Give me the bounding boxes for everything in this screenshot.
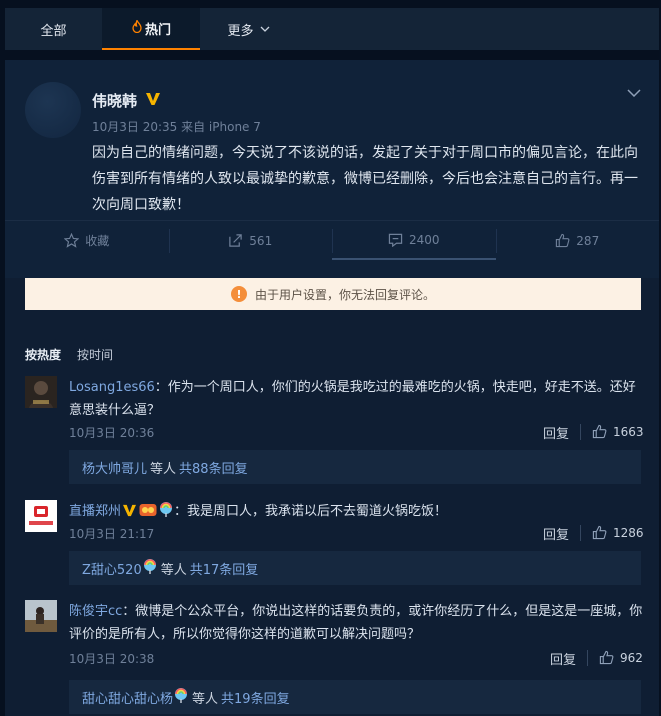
comment-like-button[interactable]: 1286 (580, 525, 644, 541)
warning-icon: ! (230, 286, 247, 302)
rainbow-emoji-icon (174, 687, 188, 707)
comment-text: ：作为一个周口人，你们的火锅是我吃过的最难吃的火锅，快走吧，好走不送。还好意思装… (69, 380, 636, 418)
favorite-label: 收藏 (85, 234, 110, 248)
sub-replies[interactable]: 杨大帅哥儿 等人 共88条回复 (69, 450, 641, 484)
flame-icon (131, 18, 143, 36)
rainbow-emoji-icon (159, 502, 173, 525)
comment-text: ：我是周口人，我承诺以后不去蜀道火锅吃饭！ (174, 504, 448, 519)
comment-avatar[interactable] (25, 600, 57, 632)
member-badge-icon (139, 502, 157, 525)
sort-by-time[interactable]: 按时间 (77, 346, 113, 363)
comment-like-button[interactable]: 962 (587, 650, 643, 666)
repost-count: 561 (249, 233, 273, 248)
notice-text: 由于用户设置，你无法回复评论。 (254, 287, 435, 302)
comment-avatar[interactable] (25, 376, 57, 408)
notice-banner: ! 由于用户设置，你无法回复评论。 (25, 278, 641, 310)
repost-button[interactable]: 561 (168, 221, 333, 260)
tab-all[interactable]: 全部 (5, 8, 102, 50)
tab-more-label: 更多 (227, 23, 254, 39)
comment-body: 陈俊宇cc：微博是个公众平台，你说出这样的话要负责的，或许你经历了什么，但是这是… (69, 600, 645, 646)
sub-reply-user[interactable]: 甜心甜心甜心杨 (82, 688, 173, 707)
reply-button[interactable]: 回复 (543, 423, 569, 442)
sub-reply-user[interactable]: 杨大帅哥儿 (82, 458, 147, 477)
repost-icon (229, 234, 243, 247)
sub-reply-mid: 等人 (192, 691, 219, 707)
post-actions: 收藏 561 2400 287 (5, 220, 659, 260)
author-avatar[interactable] (25, 82, 81, 138)
sub-reply-count[interactable]: 共88条回复 (179, 458, 248, 477)
thumbs-up-icon (599, 650, 614, 665)
comment-time: 10月3日 20:38 (69, 652, 155, 666)
comment-like-count: 1286 (613, 525, 644, 540)
comment-body: Losang1es66：作为一个周口人，你们的火锅是我吃过的最难吃的火锅，快走吧… (69, 376, 645, 422)
comment-time: 10月3日 20:36 (69, 426, 155, 440)
comment-user[interactable]: 陈俊宇cc (69, 604, 122, 619)
like-count: 287 (576, 233, 600, 248)
comment-time: 10月3日 21:17 (69, 527, 155, 541)
like-button[interactable]: 287 (495, 221, 660, 260)
post-text: 因为自己的情绪问题，今天说了不该说的话，发起了关于对于周口市的偏见言论，在此向伤… (92, 145, 638, 213)
comment-body: 直播郑州 ：我是周口人，我承诺以后不去蜀道火锅吃饭！ (69, 500, 645, 525)
sub-reply-mid: 等人 (160, 562, 187, 578)
sub-replies[interactable]: 甜心甜心甜心杨 等人 共19条回复 (69, 680, 641, 714)
verified-icon (122, 502, 137, 525)
tab-hot-label: 热门 (144, 22, 171, 38)
chevron-down-icon (260, 26, 270, 32)
thumbs-up-icon (556, 233, 570, 248)
top-tab-bar: 全部 热门 更多 (5, 8, 659, 50)
post-author-name: 伟晓韩 (92, 92, 138, 110)
comment-user[interactable]: Losang1es66 (69, 380, 155, 395)
thumbs-up-icon (592, 424, 607, 439)
comment-sort: 按热度 按时间 (25, 346, 129, 363)
comment-text: ：微博是个公众平台，你说出这样的话要负责的，或许你经历了什么，但是这是一座城，你… (69, 604, 643, 642)
post-author[interactable]: 伟晓韩 (92, 90, 161, 111)
comment-icon (388, 233, 403, 247)
star-icon (64, 233, 80, 248)
comment-like-count: 962 (620, 650, 643, 665)
post: 伟晓韩 10月3日 20:35 来自 iPhone 7 因为自己的情绪问题，今天… (5, 60, 659, 278)
sub-replies[interactable]: Z甜心520 等人 共17条回复 (69, 551, 641, 585)
comment-count: 2400 (408, 232, 440, 247)
favorite-button[interactable]: 收藏 (5, 221, 169, 260)
tab-hot[interactable]: 热门 (102, 8, 200, 50)
comment-like-count: 1663 (613, 424, 644, 439)
sub-reply-count[interactable]: 共17条回复 (190, 559, 259, 578)
comment-button[interactable]: 2400 (332, 221, 496, 260)
sort-by-hot[interactable]: 按热度 (25, 346, 61, 363)
reply-button[interactable]: 回复 (550, 649, 576, 668)
rainbow-emoji-icon (143, 558, 157, 578)
comment-like-button[interactable]: 1663 (580, 424, 644, 440)
sub-reply-mid: 等人 (150, 461, 177, 477)
sub-reply-user[interactable]: Z甜心520 (82, 559, 142, 578)
comment-user[interactable]: 直播郑州 (69, 504, 121, 519)
tab-more[interactable]: 更多 (200, 8, 297, 50)
verified-icon (145, 92, 161, 110)
comment-avatar[interactable] (25, 500, 57, 532)
sub-reply-count[interactable]: 共19条回复 (221, 688, 290, 707)
reply-button[interactable]: 回复 (543, 524, 569, 543)
post-meta: 10月3日 20:35 来自 iPhone 7 (92, 120, 261, 134)
tab-all-label: 全部 (40, 23, 67, 39)
post-menu-chevron-icon[interactable] (627, 82, 641, 101)
thumbs-up-icon (592, 525, 607, 540)
post-card: 伟晓韩 10月3日 20:35 来自 iPhone 7 因为自己的情绪问题，今天… (5, 60, 659, 716)
